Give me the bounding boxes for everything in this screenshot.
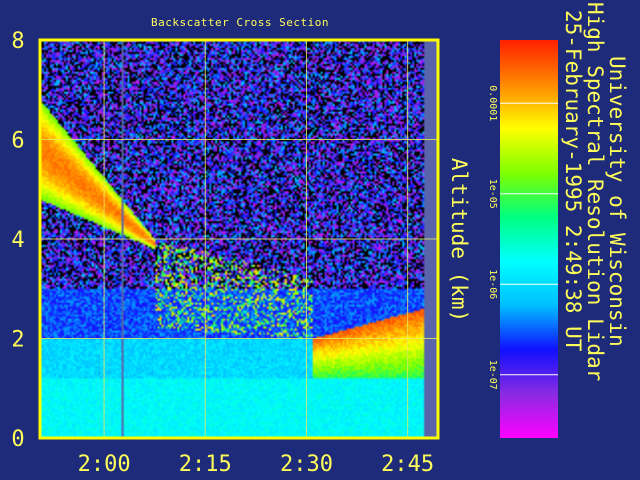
x-tick-label: 2:30: [280, 452, 333, 477]
x-tick-label: 2:45: [381, 452, 434, 477]
header-line2: High Spectral Resolution Lidar: [583, 2, 607, 381]
header-line3: 25-February-1995 2:49:38 UT: [561, 10, 585, 352]
colorbar-tick-label: 1e-05: [487, 179, 498, 209]
colorbar-tick-label: 0.0001: [487, 85, 498, 121]
lidar-figure: 0 2 4 6 8 2:00 2:15 2:30 2:45 Altitude (km) 0.0001…: [11, 2, 629, 477]
header-line1: University of Wisconsin: [605, 56, 629, 347]
y-tick-label: 6: [11, 129, 24, 154]
y-tick-label: 8: [11, 29, 24, 54]
x-tick-label: 2:15: [179, 452, 232, 477]
y-axis-label: Altitude (km): [447, 158, 471, 322]
y-tick-label: 0: [11, 427, 24, 452]
colorbar-tick-label: 1e-07: [487, 360, 498, 390]
y-tick-label: 2: [11, 328, 24, 353]
y-tick-label: 4: [11, 228, 24, 253]
colorbar-tick-label: 1e-06: [487, 269, 498, 299]
x-tick-label: 2:00: [78, 452, 131, 477]
colorbar: [500, 40, 558, 438]
